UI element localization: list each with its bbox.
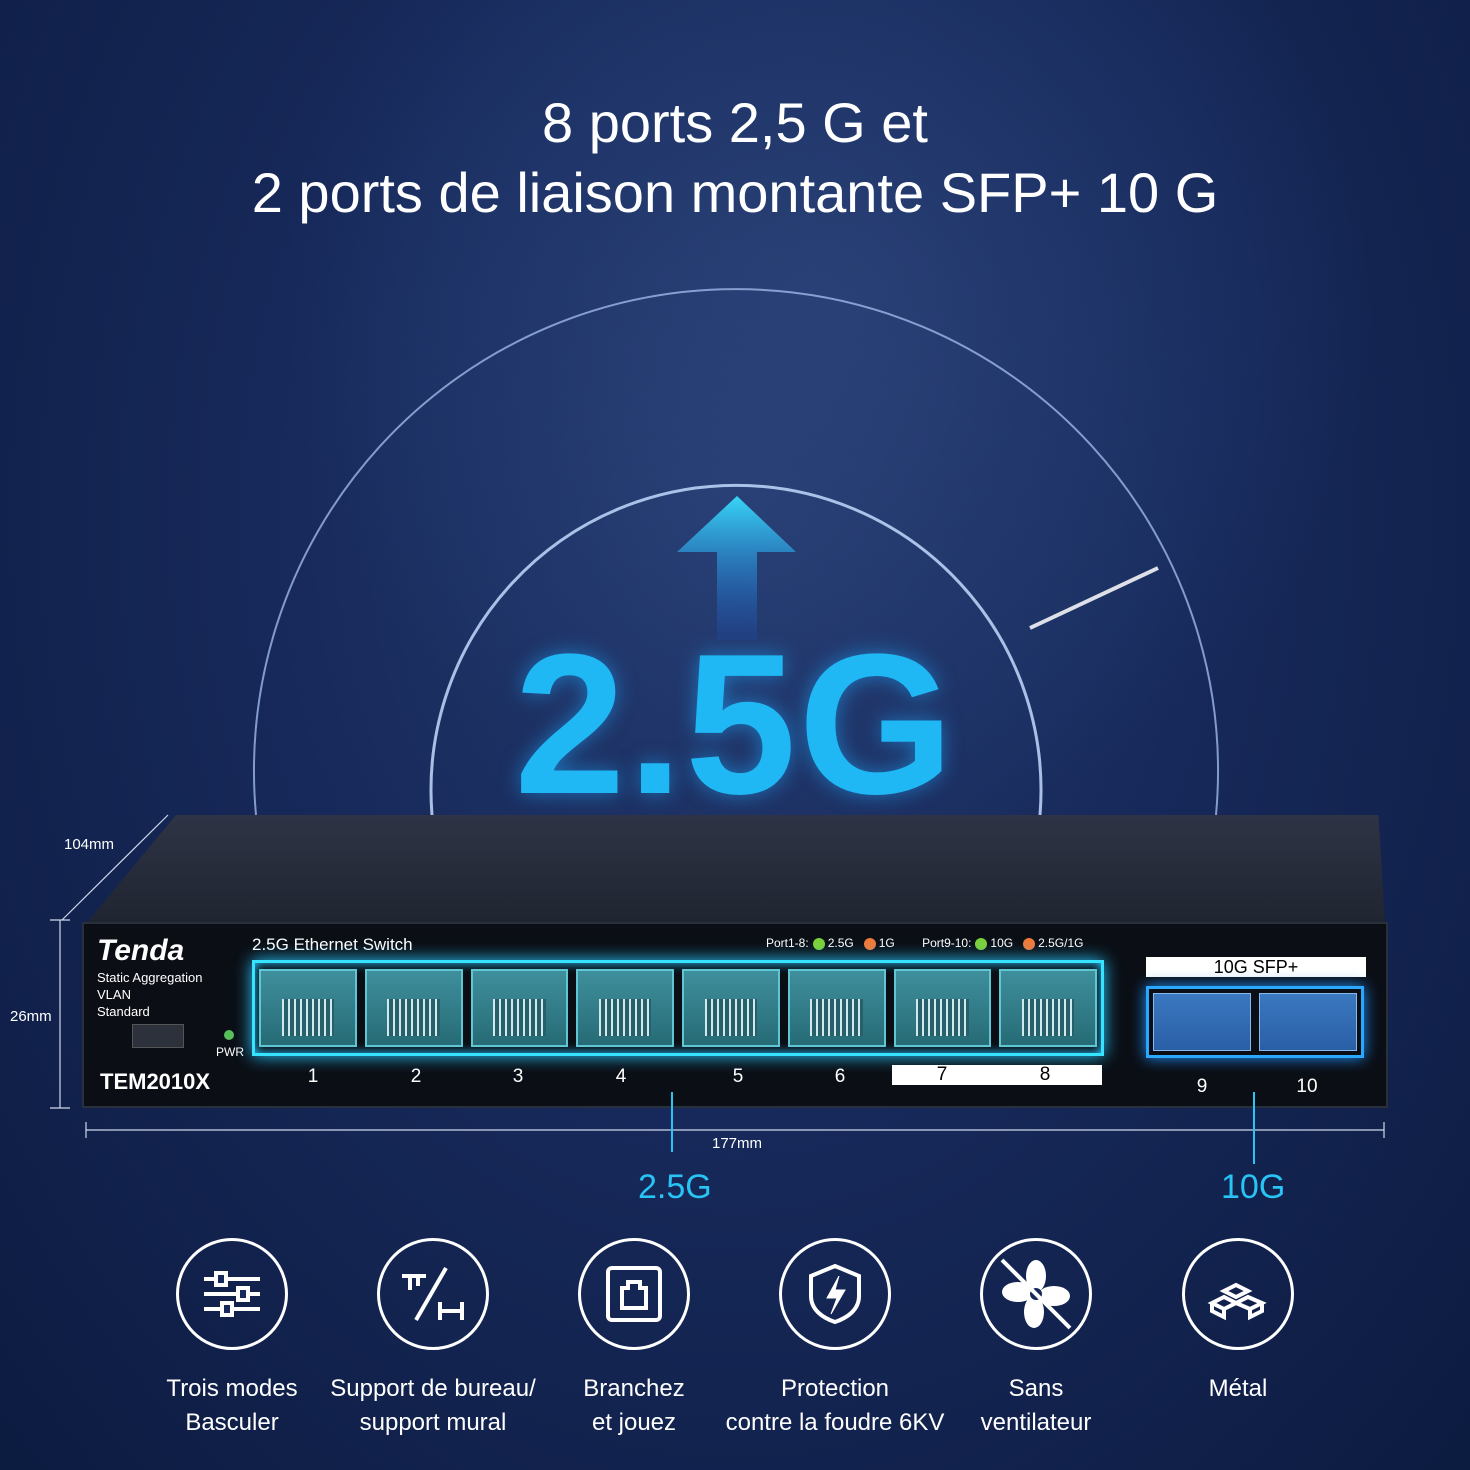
pwr-label: PWR bbox=[216, 1045, 244, 1059]
pwr-led bbox=[224, 1030, 234, 1040]
feature-label: Protection bbox=[780, 1375, 890, 1402]
rj45-port[interactable] bbox=[999, 969, 1097, 1047]
callout-line-right bbox=[1253, 1092, 1255, 1164]
feature-fanless: Sans ventilateur bbox=[926, 1238, 1146, 1440]
port-number: 6 bbox=[834, 1066, 846, 1087]
rj45-port[interactable] bbox=[787, 969, 886, 1047]
port-number: 3 bbox=[512, 1066, 524, 1087]
mode-vlan: VLAN bbox=[97, 987, 131, 1002]
rj45-port[interactable] bbox=[682, 969, 780, 1047]
rj45-port[interactable] bbox=[576, 969, 674, 1047]
feature-modes: Trois modes Basculer bbox=[122, 1238, 342, 1440]
orange-led-icon bbox=[863, 937, 876, 950]
switch-top-panel bbox=[85, 815, 1385, 925]
port-number: 1 bbox=[307, 1066, 319, 1087]
model-name: TEM2010X bbox=[100, 1069, 211, 1094]
port-number: 10 bbox=[1296, 1076, 1318, 1097]
feature-label: support mural bbox=[359, 1409, 507, 1436]
sfp-port[interactable] bbox=[1259, 993, 1357, 1051]
callout-line-left bbox=[671, 1092, 673, 1152]
sfp-label: 10G SFP+ bbox=[1146, 957, 1366, 977]
feature-label: Trois modes bbox=[166, 1375, 298, 1402]
shield-lightning-icon bbox=[779, 1238, 891, 1350]
port-number: 9 bbox=[1196, 1076, 1208, 1097]
orange-led-icon bbox=[1023, 937, 1036, 950]
legend-port1-8: Port1-8: bbox=[766, 936, 809, 950]
green-led-icon bbox=[812, 937, 825, 950]
rj45-port-bank bbox=[252, 960, 1104, 1056]
feature-label: ventilateur bbox=[980, 1409, 1092, 1436]
feature-plug-play: Branchez et jouez bbox=[524, 1238, 744, 1440]
legend-port9-10: Port9-10: bbox=[922, 936, 972, 950]
port-number: 8 bbox=[1039, 1064, 1051, 1085]
rj45-port[interactable] bbox=[470, 969, 569, 1047]
sfp-port[interactable] bbox=[1153, 993, 1251, 1051]
sliders-icon bbox=[176, 1238, 288, 1350]
mode-standard: Standard bbox=[97, 1004, 150, 1019]
legend-p18-a: 2.5G bbox=[827, 936, 854, 950]
port-number: 5 bbox=[732, 1066, 744, 1087]
callout-10g: 10G bbox=[1221, 1168, 1286, 1206]
feature-label: contre la foudre 6KV bbox=[725, 1409, 945, 1436]
port-7-8-bar: 7 8 bbox=[892, 1064, 1102, 1085]
legend-p910-b: 2.5G/1G bbox=[1038, 936, 1084, 950]
feature-label: Branchez bbox=[583, 1375, 685, 1402]
metal-bars-icon bbox=[1182, 1238, 1294, 1350]
feature-metal: Métal bbox=[1128, 1238, 1348, 1406]
feature-label: Basculer bbox=[185, 1409, 279, 1436]
feature-lightning: Protection contre la foudre 6KV bbox=[725, 1238, 945, 1440]
mount-icon bbox=[377, 1238, 489, 1350]
product-banner: 8 ports 2,5 G et 2 ports de liaison mont… bbox=[0, 0, 1470, 1470]
feature-mount: Support de bureau/support mural bbox=[323, 1238, 543, 1440]
port-number: 4 bbox=[615, 1066, 627, 1087]
feature-label: et jouez bbox=[591, 1409, 677, 1436]
feature-label: Métal bbox=[1208, 1375, 1268, 1402]
mode-static-aggregation: Static Aggregation bbox=[97, 970, 203, 985]
brand-logo: Tenda bbox=[97, 934, 185, 967]
led-legend: Port1-8: 2.5G 1G Port9-10: 10G 2.5G/1G bbox=[766, 936, 1083, 950]
mode-switch[interactable] bbox=[132, 1024, 184, 1048]
port-number: 2 bbox=[410, 1066, 422, 1087]
no-fan-icon bbox=[980, 1238, 1092, 1350]
rj45-port[interactable] bbox=[364, 969, 463, 1047]
plug-icon bbox=[578, 1238, 690, 1350]
feature-label: Sans bbox=[1008, 1375, 1064, 1402]
rj45-port[interactable] bbox=[259, 969, 357, 1047]
port-number: 7 bbox=[936, 1064, 948, 1085]
feature-label: Support de bureau/ bbox=[330, 1375, 536, 1402]
green-led-icon bbox=[975, 937, 988, 950]
legend-p910-a: 10G bbox=[990, 936, 1014, 950]
switch-front-panel: Tenda Static Aggregation VLAN Standard P… bbox=[82, 922, 1388, 1108]
sfp-port-bank bbox=[1146, 986, 1364, 1058]
switch-title: 2.5G Ethernet Switch bbox=[252, 935, 413, 954]
callout-25g: 2.5G bbox=[638, 1168, 712, 1206]
rj45-port[interactable] bbox=[893, 969, 992, 1047]
legend-p18-b: 1G bbox=[878, 936, 895, 950]
